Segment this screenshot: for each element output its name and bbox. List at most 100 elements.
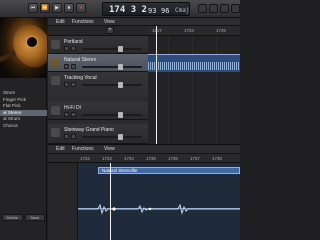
gridline — [192, 36, 193, 144]
piano-icon — [51, 128, 60, 137]
editor-functions-menu[interactable]: Functions — [72, 146, 94, 152]
control-bar: ⏮ ⏪ ▶ ⏹ ● 174 3 2 93 96 Cmaj — [0, 0, 240, 18]
track-headers: Portland Natural Stereo Tracking Vocal H… — [48, 36, 148, 144]
rewind-button[interactable]: ⏪ — [40, 3, 50, 13]
position-beat: 3 2 — [130, 5, 147, 15]
track-name: Natural Stereo — [64, 57, 97, 63]
browser-icon[interactable] — [220, 4, 229, 13]
playhead-position: 174 3 2 — [109, 5, 147, 15]
microphone-icon — [51, 76, 60, 85]
timeline-ruler[interactable]: 1617 1733 1749 — [148, 26, 240, 36]
solo-button[interactable] — [71, 82, 76, 87]
add-track-button[interactable]: + — [106, 27, 114, 34]
instrument-icon — [51, 40, 60, 49]
key-display: Cmaj — [175, 7, 190, 14]
editor-ruler-tick: 1736 — [168, 156, 178, 161]
solo-button[interactable] — [71, 134, 76, 139]
volume-fader[interactable] — [82, 136, 142, 138]
patch-item[interactable]: Chorus — [0, 123, 47, 130]
solo-button[interactable] — [71, 112, 76, 117]
stop-button[interactable]: ⏹ — [64, 3, 74, 13]
mute-button[interactable] — [64, 64, 69, 69]
playhead[interactable] — [156, 26, 157, 144]
mute-button[interactable] — [64, 46, 69, 51]
guitar-soundhole — [26, 36, 38, 48]
editor-ruler[interactable]: 1732 1733 1734 1735 1736 1737 1738 — [48, 154, 240, 163]
fader-knob[interactable] — [118, 46, 123, 52]
play-icon: ▶ — [55, 5, 59, 11]
delete-button[interactable]: Delete — [2, 214, 23, 221]
patch-list: Strum Finger Pick Flat Pick al Stereo al… — [0, 90, 47, 129]
volume-fader[interactable] — [82, 84, 142, 86]
audio-editor[interactable]: Natural Stereofile — [48, 163, 240, 240]
editor-view-menu[interactable]: View — [104, 146, 115, 152]
editor-ruler-tick: 1732 — [80, 156, 90, 161]
stop-icon: ⏹ — [67, 5, 71, 11]
record-icon: ● — [79, 5, 83, 11]
record-button[interactable]: ● — [76, 3, 86, 13]
functions-menu[interactable]: Functions — [72, 19, 94, 25]
solo-button[interactable] — [71, 46, 76, 51]
fader-knob[interactable] — [118, 82, 123, 88]
ruler-tick: 1749 — [216, 28, 226, 33]
editor-menubar: Edit Functions View — [48, 144, 240, 154]
editor-ruler-tick: 1734 — [124, 156, 134, 161]
track-name: Portland — [64, 39, 83, 45]
arrange-area[interactable] — [148, 36, 240, 144]
edit-menu[interactable]: Edit — [56, 19, 65, 25]
mute-button[interactable] — [64, 134, 69, 139]
tracks-menubar: Edit Functions View — [48, 18, 240, 26]
track-header-selected[interactable]: Natural Stereo — [48, 54, 148, 72]
editor-region[interactable]: Natural Stereofile — [98, 167, 240, 174]
editor-edit-menu[interactable]: Edit — [56, 146, 65, 152]
loops-icon[interactable] — [209, 4, 218, 13]
gridline — [168, 36, 169, 144]
amp-icon — [51, 106, 60, 115]
track-header[interactable]: Hi-Fi DI — [48, 102, 148, 120]
editor-ruler-tick: 1735 — [146, 156, 156, 161]
guitar-icon — [51, 58, 60, 67]
rewind-start-icon: ⏮ — [30, 5, 36, 11]
volume-fader[interactable] — [82, 114, 142, 116]
track-name: Steinway Grand Piano — [64, 127, 114, 133]
editor-ruler-tick: 1737 — [190, 156, 200, 161]
instrument-image — [0, 18, 47, 78]
volume-fader[interactable] — [82, 48, 142, 50]
editor-playhead[interactable] — [110, 163, 111, 240]
ruler-tick: 1733 — [184, 28, 194, 33]
view-buttons — [198, 4, 240, 14]
fader-knob[interactable] — [118, 64, 123, 70]
position-bar: 174 — [109, 5, 126, 15]
mute-button[interactable] — [64, 82, 69, 87]
library-footer: Delete Save — [2, 214, 45, 222]
media-icon[interactable] — [231, 4, 240, 13]
library-panel: Strum Finger Pick Flat Pick al Stereo al… — [0, 18, 47, 240]
view-menu[interactable]: View — [104, 19, 115, 25]
lcd-display[interactable]: 174 3 2 93 96 Cmaj — [102, 2, 190, 16]
audio-region[interactable] — [148, 54, 240, 72]
waveform — [148, 62, 240, 70]
fader-knob[interactable] — [118, 112, 123, 118]
signature-display: 96 — [161, 7, 170, 15]
tracks-toolbar: + — [48, 26, 148, 36]
rewind-icon: ⏪ — [41, 5, 49, 11]
editor-region-name: Natural Stereofile — [102, 168, 138, 173]
gridline — [216, 36, 217, 144]
editor-inspector — [48, 163, 78, 240]
editor-ruler-tick: 1733 — [102, 156, 112, 161]
save-button[interactable]: Save — [24, 214, 45, 221]
go-to-start-button[interactable]: ⏮ — [28, 3, 38, 13]
fader-knob[interactable] — [118, 134, 123, 140]
track-header[interactable]: Steinway Grand Piano — [48, 124, 148, 144]
play-button[interactable]: ▶ — [52, 3, 62, 13]
plus-icon: + — [108, 27, 112, 33]
tempo-display: 93 — [148, 7, 157, 15]
mute-button[interactable] — [64, 112, 69, 117]
solo-button[interactable] — [71, 64, 76, 69]
volume-fader[interactable] — [82, 66, 142, 68]
notepad-icon[interactable] — [198, 4, 207, 13]
track-name: Hi-Fi DI — [64, 105, 81, 111]
track-header[interactable]: Portland — [48, 36, 148, 54]
editor-waveform — [78, 203, 240, 215]
editor-ruler-tick: 1738 — [212, 156, 222, 161]
